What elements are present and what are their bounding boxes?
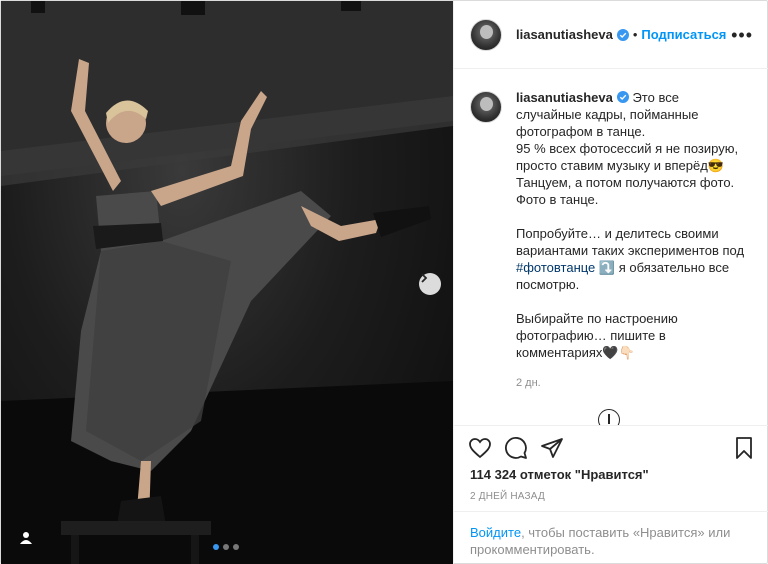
- follow-button[interactable]: Подписаться: [641, 27, 726, 42]
- likes-count[interactable]: 114 324 отметок "Нравится": [470, 467, 649, 482]
- tagged-users-button[interactable]: [17, 529, 35, 547]
- like-button[interactable]: [462, 430, 498, 466]
- comment-icon: [505, 436, 527, 459]
- hashtag-link[interactable]: #фотовтанце: [516, 260, 595, 275]
- carousel-next-button[interactable]: [419, 273, 441, 295]
- caption-row: liasanutiasheva Это все случайные кадры,…: [470, 89, 754, 392]
- header-username[interactable]: liasanutiasheva: [516, 27, 613, 42]
- carousel-dot: [223, 544, 229, 550]
- login-prompt: Войдите, чтобы поставить «Нравится» или …: [454, 511, 768, 564]
- caption-line-2: 95 % всех фотосессий я не позирую, прост…: [516, 141, 739, 173]
- caption-line-4-start: Попробуйте… и делитесь своими вариантами…: [516, 226, 745, 258]
- post-side-panel: liasanutiasheva • Подписаться ••• liasan…: [453, 1, 768, 564]
- comments-section: liasanutiasheva Это все случайные кадры,…: [454, 69, 768, 425]
- share-button[interactable]: [534, 430, 570, 466]
- bookmark-icon: [736, 436, 752, 459]
- avatar[interactable]: [470, 18, 502, 51]
- verified-badge-icon: [616, 91, 629, 103]
- more-options-button[interactable]: •••: [731, 26, 753, 44]
- load-more-comments-icon[interactable]: [598, 409, 620, 425]
- header-separator: •: [632, 27, 638, 42]
- caption-line-3: Танцуем, а потом получаются фото. Фото в…: [516, 175, 735, 207]
- caption-time[interactable]: 2 дн.: [516, 375, 746, 392]
- action-bar: [454, 425, 768, 469]
- caption-line-5: Выбирайте по настроению фотографию… пиши…: [516, 311, 678, 360]
- verified-badge-icon: [616, 28, 629, 41]
- caption-text: liasanutiasheva Это все случайные кадры,…: [516, 89, 746, 392]
- post-date[interactable]: 2 ДНЕЙ НАЗАД: [470, 491, 545, 502]
- caption-avatar[interactable]: [470, 91, 502, 123]
- caption-username[interactable]: liasanutiasheva: [516, 90, 613, 105]
- comment-button[interactable]: [498, 430, 534, 466]
- post-header: liasanutiasheva • Подписаться •••: [454, 1, 768, 69]
- instagram-post: liasanutiasheva • Подписаться ••• liasan…: [0, 0, 768, 564]
- carousel-dot: [233, 544, 239, 550]
- user-icon: [20, 532, 32, 544]
- carousel-indicator: [213, 544, 239, 550]
- carousel-dot: [213, 544, 219, 550]
- heart-icon: [469, 437, 491, 458]
- chevron-right-icon: [421, 273, 428, 283]
- login-link[interactable]: Войдите: [470, 525, 521, 540]
- caption-line-4: Попробуйте… и делитесь своими вариантами…: [516, 225, 746, 293]
- paper-plane-icon: [541, 437, 563, 458]
- save-button[interactable]: [726, 430, 762, 466]
- post-photo[interactable]: [1, 1, 453, 564]
- photo-illustration: [1, 1, 453, 564]
